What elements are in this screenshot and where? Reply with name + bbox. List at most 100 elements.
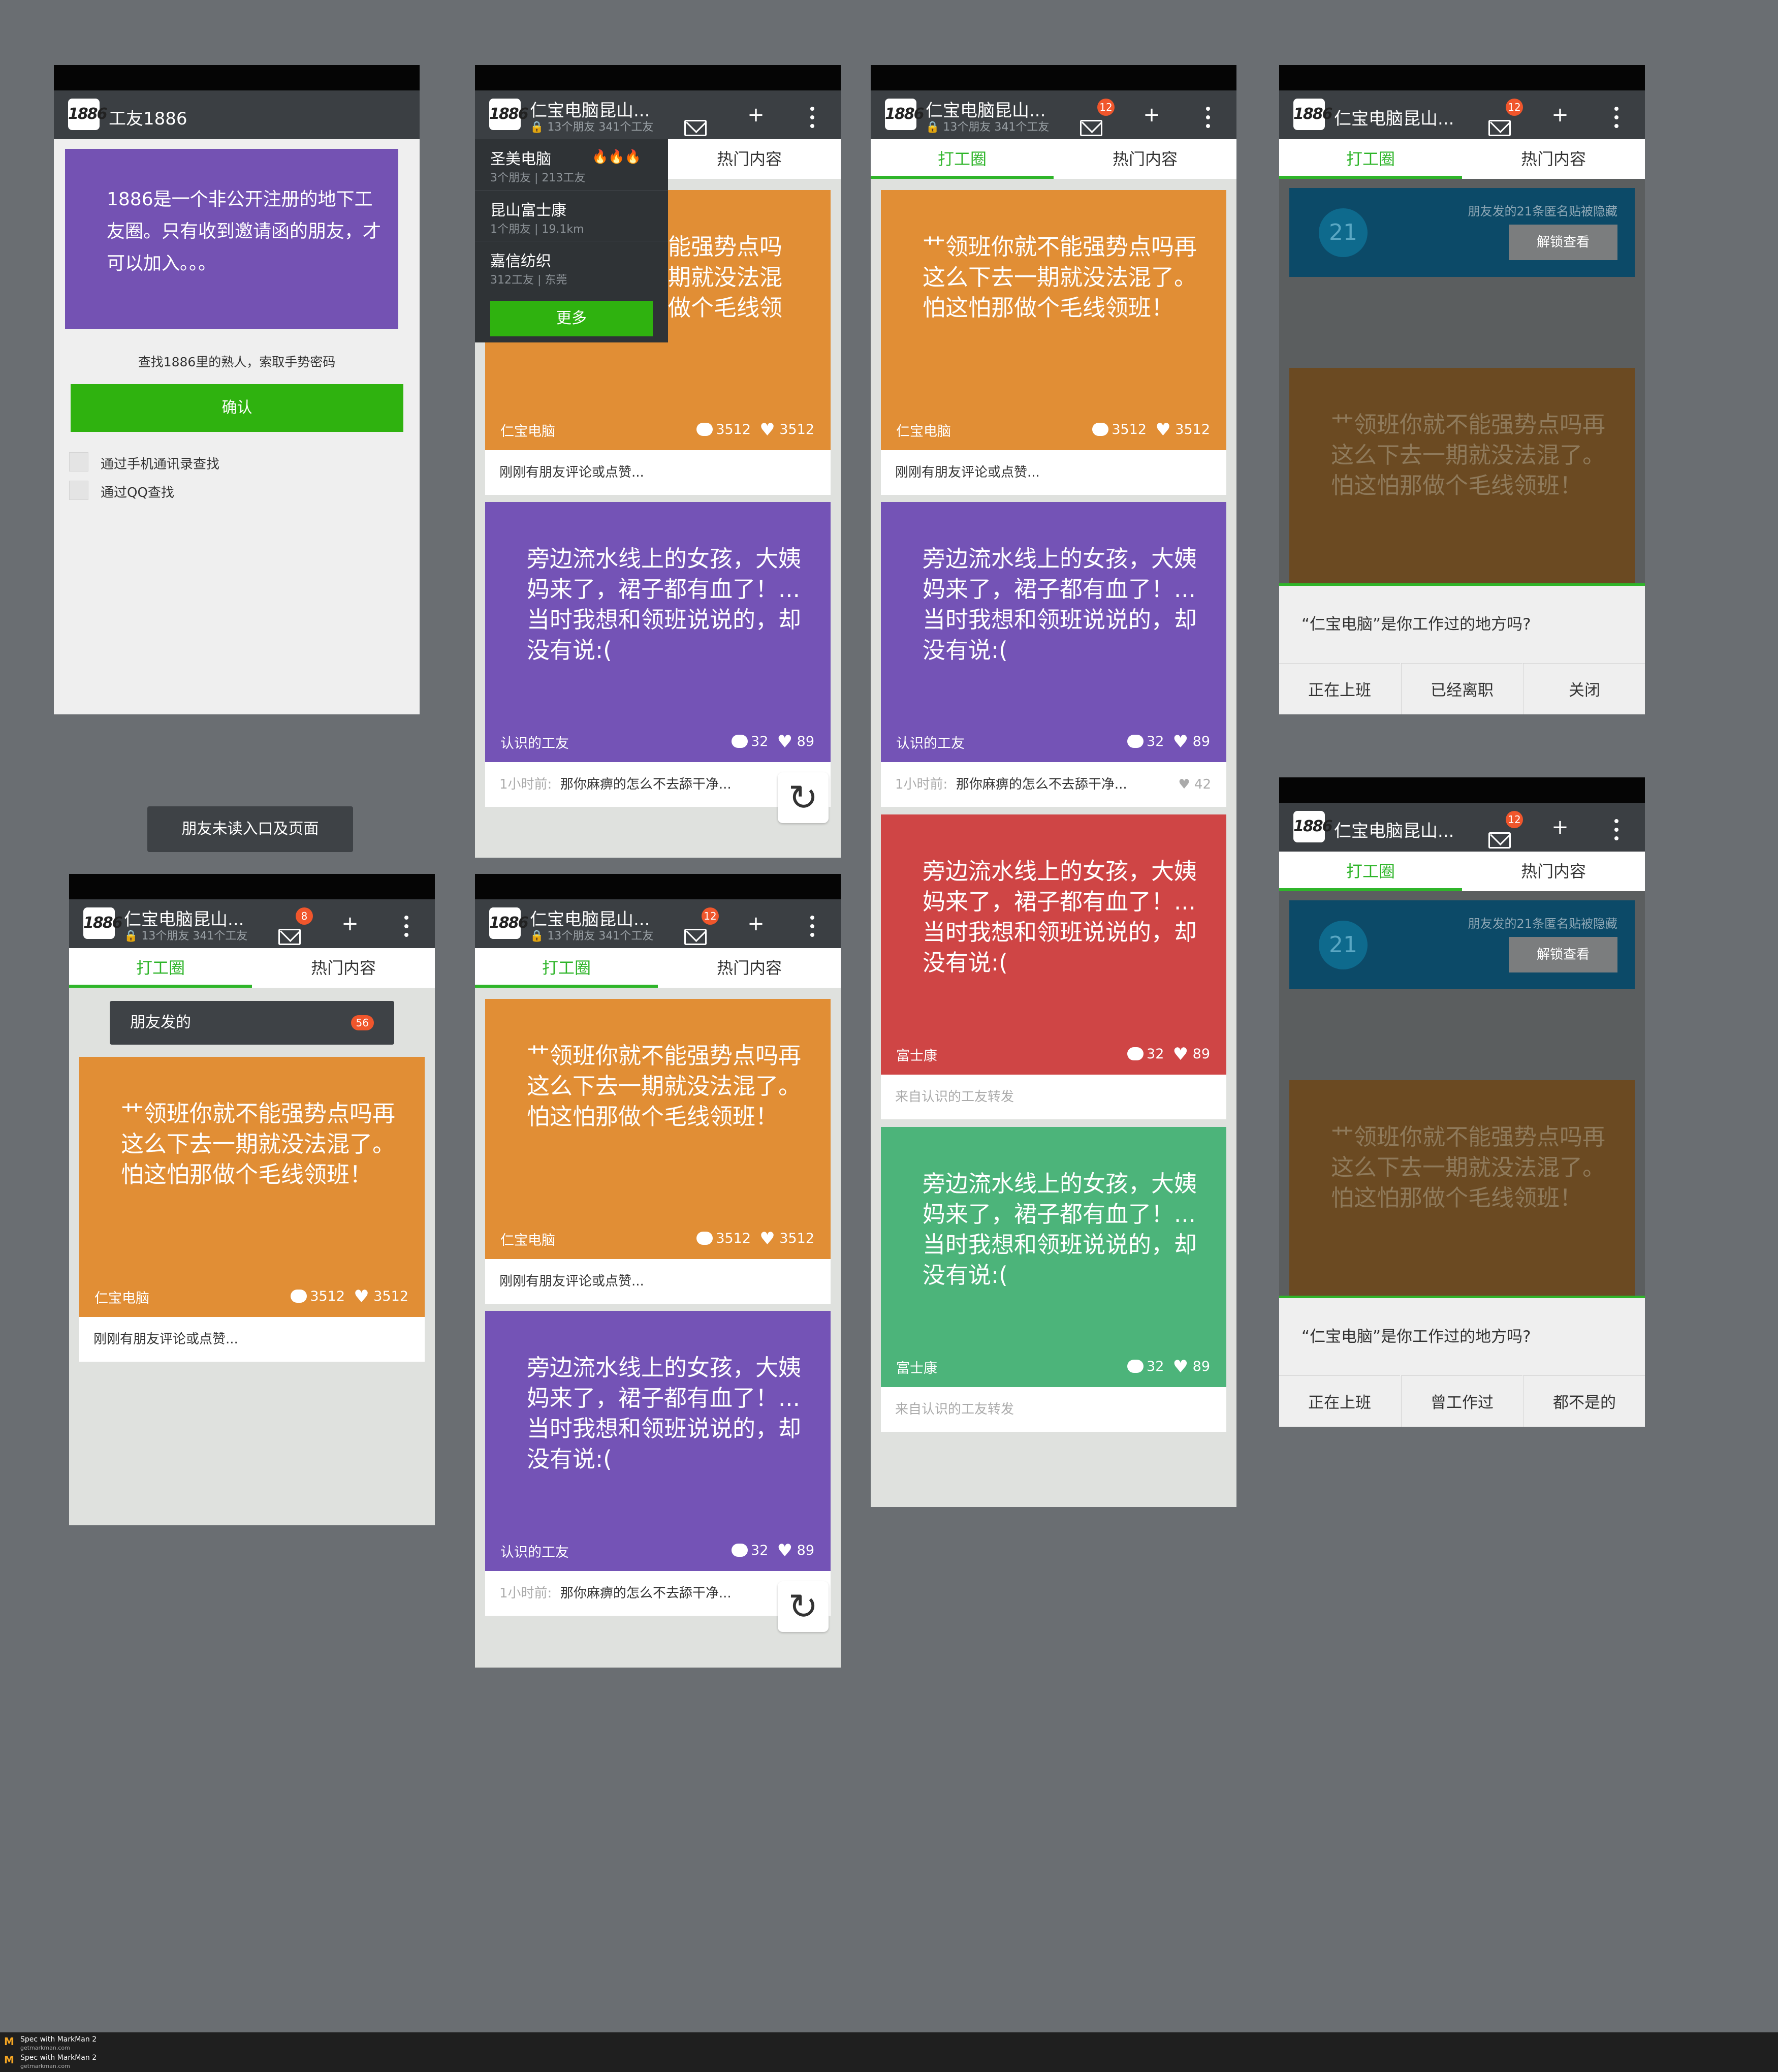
dialog-answer[interactable]: 正在上班: [1279, 1375, 1400, 1427]
dialog-close[interactable]: 关闭: [1523, 663, 1645, 714]
locked-count: 21: [1319, 208, 1368, 257]
tab-hot-content[interactable]: 热门内容: [1054, 139, 1236, 179]
dialog-answer[interactable]: 曾工作过: [1401, 1375, 1522, 1427]
mail-badge: 12: [1506, 99, 1523, 116]
post-footer[interactable]: 1小时前: 那你麻痹的怎么不去舔干净... ♥ 42: [881, 762, 1226, 807]
dropdown-item[interactable]: 圣美电脑 3个朋友 | 213工友 🔥🔥🔥: [475, 139, 668, 190]
app-bar: 1886 工友1886: [54, 90, 420, 139]
post-footer[interactable]: 来自认识的工友转发: [881, 1387, 1226, 1432]
dropdown-more-button[interactable]: 更多: [490, 301, 653, 336]
post-card[interactable]: 旁边流水线上的女孩，大姨妈来了，裙子都有血了！...当时我想和领班说说的，却没有…: [881, 814, 1226, 1075]
contacts-checkbox[interactable]: [69, 452, 88, 472]
post-footer[interactable]: 刚刚有朋友评论或点赞...: [485, 1259, 831, 1304]
group-title[interactable]: 仁宝电脑昆山...: [1334, 105, 1454, 130]
post-footer[interactable]: 刚刚有朋友评论或点赞...: [881, 450, 1226, 495]
unlock-button[interactable]: 解锁查看: [1509, 937, 1617, 972]
post-text: 艹领班你就不能强势点吗再这么下去一期就没法混了。怕这怕那做个毛线领班！: [121, 1100, 396, 1188]
tab-hot-content[interactable]: 热门内容: [1462, 139, 1645, 179]
post-footer[interactable]: 刚刚有朋友评论或点赞...: [79, 1317, 425, 1362]
dropdown-item-name: 嘉信纺织: [490, 253, 551, 270]
more-menu-icon[interactable]: [810, 107, 814, 133]
mail-icon[interactable]: [684, 105, 708, 136]
section-label: 朋友未读入口及页面: [147, 806, 353, 852]
locked-posts-banner: 21 朋友发的21条匿名贴被隐藏 解锁查看: [1289, 900, 1635, 989]
post-footer[interactable]: 刚刚有朋友评论或点赞...: [485, 450, 831, 495]
locked-count: 21: [1319, 921, 1368, 969]
app-logo: 1886: [83, 907, 123, 939]
tab-hot-content[interactable]: 热门内容: [252, 948, 435, 988]
app-bar: 1886 仁宝电脑昆山... 🔒 13个朋友 341个工友 +: [475, 90, 841, 139]
dropdown-item[interactable]: 嘉信纺织 312工友 | 东莞: [475, 241, 668, 292]
qq-checkbox[interactable]: [69, 481, 88, 500]
add-icon[interactable]: +: [1548, 817, 1572, 837]
dialog-answer[interactable]: 正在上班: [1279, 663, 1400, 714]
more-menu-icon[interactable]: [1614, 107, 1618, 133]
post-text: 旁边流水线上的女孩，大姨妈来了，裙子都有血了！...当时我想和领班说说的，却没有…: [923, 858, 1197, 976]
tab-hot-content[interactable]: 热门内容: [1462, 852, 1645, 891]
post-card[interactable]: 旁边流水线上的女孩，大姨妈来了，裙子都有血了！...当时我想和领班说说的，却没有…: [485, 1311, 831, 1571]
add-icon[interactable]: +: [744, 105, 768, 125]
post-source: 认识的工友: [500, 1545, 569, 1560]
friends-posted-entry[interactable]: 朋友发的 56: [110, 1001, 394, 1045]
intro-panel: 1886是一个非公开注册的地下工友圈。只有收到邀请函的朋友，才可以加入。。。: [65, 149, 398, 329]
comment-icon: [1127, 1360, 1144, 1373]
post-card[interactable]: 旁边流水线上的女孩，大姨妈来了，裙子都有血了！...当时我想和领班说说的，却没有…: [485, 502, 831, 762]
app-bar: 1886 仁宝电脑昆山... 🔒 13个朋友 341个工友 12 +: [871, 90, 1236, 139]
markman-title: Spec with MarkMan 2: [20, 2054, 97, 2062]
add-icon[interactable]: +: [744, 914, 768, 934]
confirm-button[interactable]: 确认: [71, 384, 403, 432]
screen-friends-posted: 1886 仁宝电脑昆山... 🔒 13个朋友 341个工友 8 + 打工圈 热门…: [69, 874, 435, 1525]
intro-text: 1886是一个非公开注册的地下工友圈。只有收到邀请函的朋友，才可以加入。。。: [107, 189, 382, 274]
app-logo: 1886: [1293, 811, 1333, 842]
group-title[interactable]: 仁宝电脑昆山...: [1334, 817, 1454, 842]
comment-icon: [291, 1290, 307, 1303]
app-bar: 1886 仁宝电脑昆山... 12 +: [1279, 803, 1645, 852]
post-source: 认识的工友: [500, 736, 569, 751]
more-menu-icon[interactable]: [1614, 819, 1618, 845]
markman-logo: M: [4, 2035, 14, 2048]
footer-strip: M Spec with MarkMan 2 getmarkman.com M S…: [0, 2032, 1778, 2072]
unlock-button[interactable]: 解锁查看: [1509, 225, 1617, 260]
tab-work-circle[interactable]: 打工圈: [1279, 139, 1462, 179]
tab-hot-content[interactable]: 热门内容: [658, 948, 841, 988]
post-source: 富士康: [896, 1048, 937, 1064]
dropdown-item-name: 圣美电脑: [490, 150, 551, 168]
dialog-answer[interactable]: 已经离职: [1401, 663, 1522, 714]
tab-work-circle[interactable]: 打工圈: [871, 139, 1054, 179]
more-menu-icon[interactable]: [1206, 107, 1210, 133]
post-card[interactable]: 旁边流水线上的女孩，大姨妈来了，裙子都有血了！...当时我想和领班说说的，却没有…: [881, 1127, 1226, 1387]
tab-bar: 打工圈 热门内容: [69, 948, 435, 988]
add-icon[interactable]: +: [338, 914, 362, 934]
add-icon[interactable]: +: [1140, 105, 1163, 125]
status-bar: [1279, 65, 1645, 90]
dropdown-item-meta: 3个朋友 | 213工友: [490, 172, 586, 184]
tab-work-circle[interactable]: 打工圈: [1279, 852, 1462, 891]
post-text: 能强势点吗期就没法混做个毛线领: [668, 233, 783, 321]
locked-hint: 朋友发的21条匿名贴被隐藏: [1468, 204, 1617, 218]
tab-work-circle[interactable]: 打工圈: [475, 948, 658, 988]
dialog-answer[interactable]: 都不是的: [1523, 1375, 1645, 1427]
screen-feed: 1886 仁宝电脑昆山... 🔒 13个朋友 341个工友 12 + 打工圈 热…: [475, 874, 841, 1668]
tab-hot-content[interactable]: 热门内容: [658, 139, 841, 179]
post-card[interactable]: 艹领班你就不能强势点吗再这么下去一期就没法混了。怕这怕那做个毛线领班！ 仁宝电脑…: [79, 1057, 425, 1317]
post-card[interactable]: 旁边流水线上的女孩，大姨妈来了，裙子都有血了！...当时我想和领班说说的，却没有…: [881, 502, 1226, 762]
like-icon: ♥: [759, 1229, 775, 1249]
add-icon[interactable]: +: [1548, 105, 1572, 125]
post-card[interactable]: 艹领班你就不能强势点吗再这么下去一期就没法混了。怕这怕那做个毛线领班！ 仁宝电脑…: [881, 190, 1226, 450]
tab-work-circle[interactable]: 打工圈: [69, 948, 252, 988]
more-menu-icon[interactable]: [810, 916, 814, 941]
post-text: 旁边流水线上的女孩，大姨妈来了，裙子都有血了！...当时我想和领班说说的，却没有…: [923, 545, 1197, 664]
refresh-icon[interactable]: ↻: [778, 772, 829, 823]
post-stats: 32 ♥ 89: [1127, 1357, 1210, 1377]
post-card[interactable]: 艹领班你就不能强势点吗再这么下去一期就没法混了。怕这怕那做个毛线领班！ 仁宝电脑…: [485, 999, 831, 1259]
comment-icon: [1092, 423, 1109, 436]
more-menu-icon[interactable]: [404, 916, 408, 941]
tab-bar: 打工圈 热门内容: [1279, 139, 1645, 179]
dialog-question: “仁宝电脑”是你工作过的地方吗?: [1301, 615, 1531, 634]
comment-icon: [696, 1232, 713, 1245]
markman-url: getmarkman.com: [20, 2063, 70, 2069]
post-footer[interactable]: 来自认识的工友转发: [881, 1075, 1226, 1119]
comment-icon: [1127, 735, 1144, 748]
refresh-icon[interactable]: ↻: [778, 1581, 829, 1632]
dropdown-item[interactable]: 昆山富士康 1个朋友 | 19.1km: [475, 190, 668, 241]
